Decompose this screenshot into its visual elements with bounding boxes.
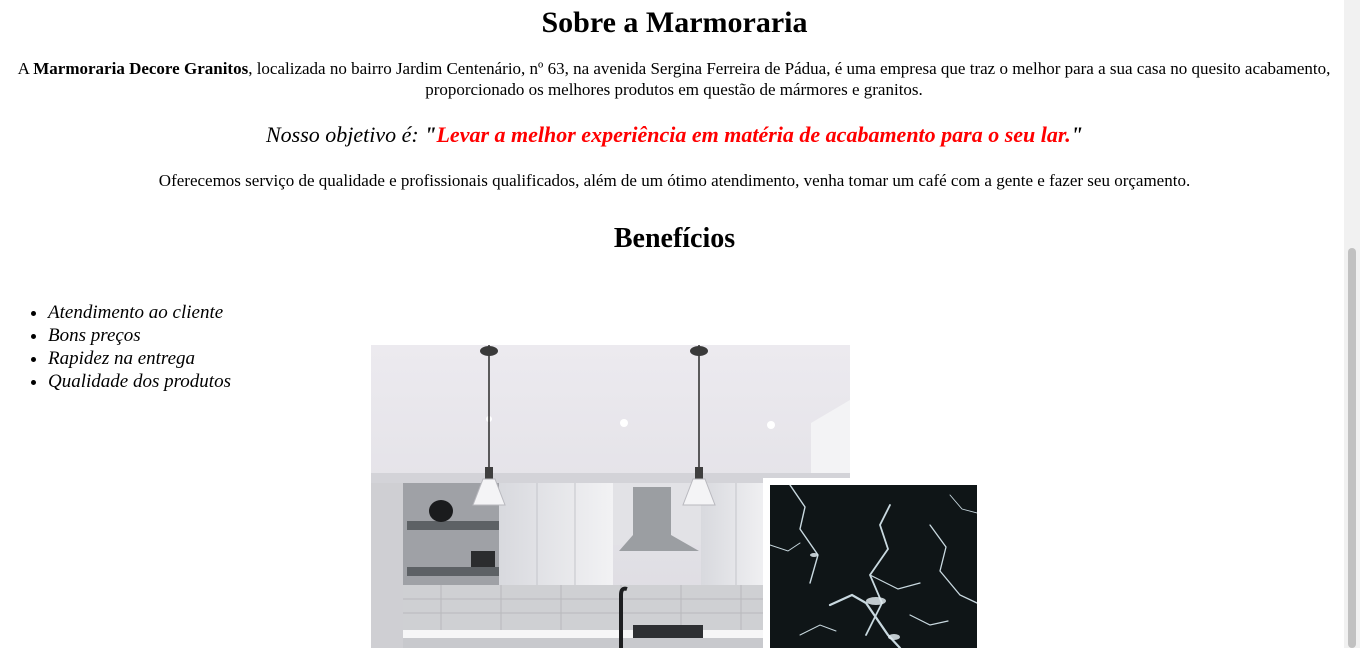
benefits-list: Atendimento ao cliente Bons preços Rapid…	[0, 301, 231, 393]
vertical-scrollbar[interactable]	[1344, 0, 1360, 648]
page: Sobre a Marmoraria A Marmoraria Decore G…	[0, 0, 1344, 648]
scrollbar-thumb[interactable]	[1348, 248, 1356, 648]
intro-prefix: A	[17, 59, 34, 78]
benefits-title: Benefícios	[613, 223, 736, 254]
intro-text: , localizada no bairro Jardim Centenário…	[248, 59, 1331, 99]
benefit-item: Bons preços	[48, 324, 231, 347]
close-quote: "	[1070, 122, 1083, 147]
objective-quote: "Levar a melhor experiência em matéria d…	[424, 122, 1083, 147]
open-quote: "	[424, 122, 437, 147]
about-intro: A Marmoraria Decore Granitos, localizada…	[16, 58, 1332, 100]
company-name: Marmoraria Decore Granitos	[33, 59, 249, 78]
benefit-item: Atendimento ao cliente	[48, 301, 231, 324]
objective-statement: Nosso objetivo é: "Levar a melhor experi…	[0, 121, 1344, 149]
offer-text: Oferecemos serviço de qualidade e profis…	[158, 171, 1191, 190]
benefit-item: Qualidade dos produtos	[48, 370, 231, 393]
granite-photo	[770, 485, 977, 648]
about-title: Sobre a Marmoraria	[541, 6, 808, 39]
objective-text: Levar a melhor experiência em matéria de…	[436, 122, 1071, 147]
benefit-item: Rapidez na entrega	[48, 347, 231, 370]
objective-label: Nosso objetivo é:	[266, 122, 425, 147]
